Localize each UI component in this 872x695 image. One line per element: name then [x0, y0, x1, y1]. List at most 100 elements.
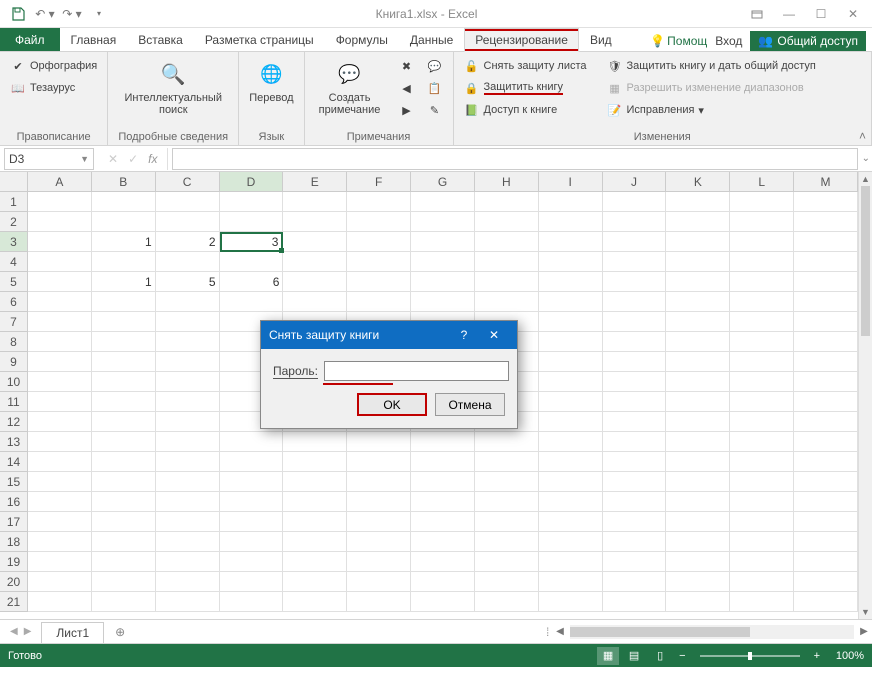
- ok-button[interactable]: OK: [357, 393, 427, 416]
- cell-F15[interactable]: [347, 472, 411, 492]
- col-header-G[interactable]: G: [411, 172, 475, 191]
- cell-M8[interactable]: [794, 332, 858, 352]
- cell-F18[interactable]: [347, 532, 411, 552]
- scroll-down-button[interactable]: ▼: [859, 605, 872, 619]
- cell-M11[interactable]: [794, 392, 858, 412]
- cell-K21[interactable]: [666, 592, 730, 612]
- cell-D14[interactable]: [220, 452, 284, 472]
- cell-D16[interactable]: [220, 492, 284, 512]
- cell-H20[interactable]: [475, 572, 539, 592]
- smart-lookup-button[interactable]: 🔍Интеллектуальный поиск: [114, 56, 232, 118]
- cell-H2[interactable]: [475, 212, 539, 232]
- cell-D4[interactable]: [220, 252, 284, 272]
- cell-M14[interactable]: [794, 452, 858, 472]
- cell-K9[interactable]: [666, 352, 730, 372]
- cell-J5[interactable]: [603, 272, 667, 292]
- col-header-J[interactable]: J: [603, 172, 667, 191]
- cell-E20[interactable]: [283, 572, 347, 592]
- tell-me[interactable]: 💡 Помощ: [650, 34, 707, 48]
- cell-A9[interactable]: [28, 352, 92, 372]
- cell-L21[interactable]: [730, 592, 794, 612]
- signin-link[interactable]: Вход: [715, 34, 742, 48]
- row-header-8[interactable]: 8: [0, 332, 27, 352]
- cell-L16[interactable]: [730, 492, 794, 512]
- cell-A21[interactable]: [28, 592, 92, 612]
- col-header-L[interactable]: L: [730, 172, 794, 191]
- cell-A20[interactable]: [28, 572, 92, 592]
- cell-B1[interactable]: [92, 192, 156, 212]
- cell-B10[interactable]: [92, 372, 156, 392]
- cell-I20[interactable]: [539, 572, 603, 592]
- cell-K11[interactable]: [666, 392, 730, 412]
- redo-button[interactable]: ↷ ▾: [60, 3, 84, 25]
- row-header-15[interactable]: 15: [0, 472, 27, 492]
- cell-G2[interactable]: [411, 212, 475, 232]
- cell-D3[interactable]: 3: [220, 232, 284, 252]
- enter-icon[interactable]: ✓: [124, 152, 142, 166]
- cell-M12[interactable]: [794, 412, 858, 432]
- cell-K3[interactable]: [666, 232, 730, 252]
- cell-A14[interactable]: [28, 452, 92, 472]
- cell-D19[interactable]: [220, 552, 284, 572]
- cell-C4[interactable]: [156, 252, 220, 272]
- cell-D21[interactable]: [220, 592, 284, 612]
- cell-D20[interactable]: [220, 572, 284, 592]
- cell-C20[interactable]: [156, 572, 220, 592]
- track-changes-button[interactable]: 📝Исправления ▾: [603, 100, 820, 120]
- cell-F6[interactable]: [347, 292, 411, 312]
- cell-B4[interactable]: [92, 252, 156, 272]
- cell-C14[interactable]: [156, 452, 220, 472]
- tab-layout[interactable]: Разметка страницы: [194, 28, 325, 51]
- sheet-nav[interactable]: ◀▶: [0, 626, 41, 637]
- cell-H4[interactable]: [475, 252, 539, 272]
- spelling-button[interactable]: ✔Орфография: [6, 56, 101, 76]
- row-header-17[interactable]: 17: [0, 512, 27, 532]
- cell-L5[interactable]: [730, 272, 794, 292]
- cell-I21[interactable]: [539, 592, 603, 612]
- new-comment-button[interactable]: 💬Создать примечание: [311, 56, 389, 118]
- cell-L19[interactable]: [730, 552, 794, 572]
- cell-G18[interactable]: [411, 532, 475, 552]
- cell-C11[interactable]: [156, 392, 220, 412]
- row-header-4[interactable]: 4: [0, 252, 27, 272]
- row-header-13[interactable]: 13: [0, 432, 27, 452]
- cell-M5[interactable]: [794, 272, 858, 292]
- cell-B3[interactable]: 1: [92, 232, 156, 252]
- scroll-thumb[interactable]: [861, 186, 870, 336]
- cell-B17[interactable]: [92, 512, 156, 532]
- cell-H15[interactable]: [475, 472, 539, 492]
- expand-formula-bar[interactable]: ⌄: [862, 153, 870, 164]
- cell-K20[interactable]: [666, 572, 730, 592]
- column-headers[interactable]: ABCDEFGHIJKLM: [28, 172, 858, 192]
- cell-K15[interactable]: [666, 472, 730, 492]
- cell-E1[interactable]: [283, 192, 347, 212]
- cell-I13[interactable]: [539, 432, 603, 452]
- tab-file[interactable]: Файл: [0, 28, 60, 51]
- cell-L6[interactable]: [730, 292, 794, 312]
- cell-L17[interactable]: [730, 512, 794, 532]
- show-ink-button[interactable]: ✎: [423, 100, 447, 120]
- cell-I16[interactable]: [539, 492, 603, 512]
- thesaurus-button[interactable]: 📖Тезаурус: [6, 78, 101, 98]
- cell-H14[interactable]: [475, 452, 539, 472]
- cell-L9[interactable]: [730, 352, 794, 372]
- cell-A5[interactable]: [28, 272, 92, 292]
- row-header-20[interactable]: 20: [0, 572, 27, 592]
- cell-A12[interactable]: [28, 412, 92, 432]
- cell-M4[interactable]: [794, 252, 858, 272]
- ribbon-options-button[interactable]: [742, 3, 772, 25]
- cell-L10[interactable]: [730, 372, 794, 392]
- tab-review[interactable]: Рецензирование: [464, 28, 579, 52]
- cell-B18[interactable]: [92, 532, 156, 552]
- scroll-up-button[interactable]: ▲: [859, 172, 872, 186]
- cell-G20[interactable]: [411, 572, 475, 592]
- cell-L18[interactable]: [730, 532, 794, 552]
- cell-J10[interactable]: [603, 372, 667, 392]
- cell-D1[interactable]: [220, 192, 284, 212]
- cell-F21[interactable]: [347, 592, 411, 612]
- maximize-button[interactable]: ☐: [806, 3, 836, 25]
- scroll-left-button[interactable]: ◀: [552, 626, 568, 637]
- cell-A2[interactable]: [28, 212, 92, 232]
- cell-I19[interactable]: [539, 552, 603, 572]
- cell-C7[interactable]: [156, 312, 220, 332]
